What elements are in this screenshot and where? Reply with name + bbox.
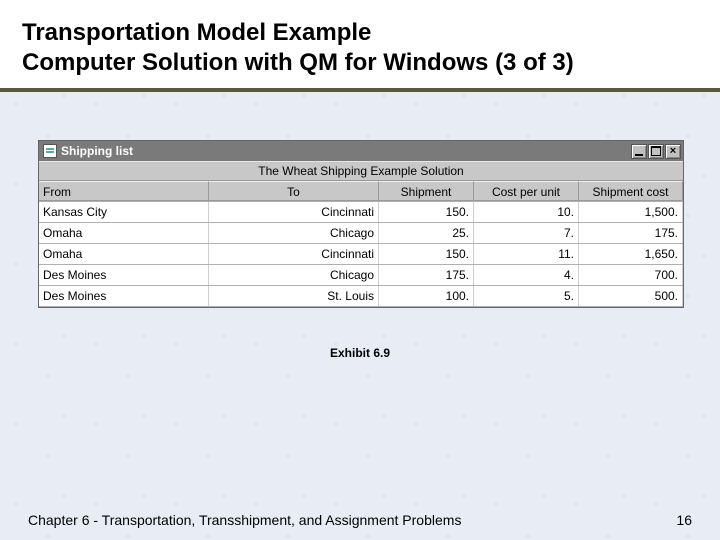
slide-title: Transportation Model Example Computer So… bbox=[0, 0, 720, 92]
cell-to: Cincinnati bbox=[209, 244, 379, 264]
app-window: Shipping list × The Wheat Shipping Examp… bbox=[38, 140, 684, 308]
cell-shipcost: 1,650. bbox=[579, 244, 683, 264]
app-icon bbox=[43, 144, 57, 158]
col-header-shipcost: Shipment cost bbox=[579, 181, 683, 201]
cell-shipment: 175. bbox=[379, 265, 474, 285]
window-controls: × bbox=[630, 144, 681, 159]
maximize-button[interactable] bbox=[648, 144, 664, 159]
cell-cost: 7. bbox=[474, 223, 579, 243]
window-caption: The Wheat Shipping Example Solution bbox=[39, 161, 683, 181]
cell-shipcost: 700. bbox=[579, 265, 683, 285]
table-row: Des Moines Chicago 175. 4. 700. bbox=[39, 265, 683, 286]
cell-shipcost: 175. bbox=[579, 223, 683, 243]
results-table: From To Shipment Cost per unit Shipment … bbox=[39, 181, 683, 307]
window-titlebar: Shipping list × bbox=[39, 141, 683, 161]
minimize-button[interactable] bbox=[631, 144, 647, 159]
cell-shipcost: 1,500. bbox=[579, 202, 683, 222]
table-row: Kansas City Cincinnati 150. 10. 1,500. bbox=[39, 202, 683, 223]
cell-shipment: 100. bbox=[379, 286, 474, 306]
cell-shipment: 25. bbox=[379, 223, 474, 243]
slide-footer: Chapter 6 - Transportation, Transshipmen… bbox=[28, 512, 692, 528]
table-row: Des Moines St. Louis 100. 5. 500. bbox=[39, 286, 683, 307]
table-header-row: From To Shipment Cost per unit Shipment … bbox=[39, 181, 683, 202]
table-row: Omaha Chicago 25. 7. 175. bbox=[39, 223, 683, 244]
cell-cost: 5. bbox=[474, 286, 579, 306]
footer-chapter: Chapter 6 - Transportation, Transshipmen… bbox=[28, 512, 461, 528]
table-row: Omaha Cincinnati 150. 11. 1,650. bbox=[39, 244, 683, 265]
col-header-cost: Cost per unit bbox=[474, 181, 579, 201]
col-header-to: To bbox=[209, 181, 379, 201]
footer-page-number: 16 bbox=[676, 512, 692, 528]
cell-cost: 11. bbox=[474, 244, 579, 264]
exhibit-label: Exhibit 6.9 bbox=[0, 346, 720, 360]
cell-to: Chicago bbox=[209, 223, 379, 243]
col-header-shipment: Shipment bbox=[379, 181, 474, 201]
cell-shipment: 150. bbox=[379, 202, 474, 222]
close-button[interactable]: × bbox=[665, 144, 681, 159]
title-line-1: Transportation Model Example bbox=[22, 18, 696, 48]
cell-from: Kansas City bbox=[39, 202, 209, 222]
cell-shipcost: 500. bbox=[579, 286, 683, 306]
cell-to: Chicago bbox=[209, 265, 379, 285]
cell-from: Omaha bbox=[39, 244, 209, 264]
cell-from: Omaha bbox=[39, 223, 209, 243]
col-header-from: From bbox=[39, 181, 209, 201]
cell-cost: 4. bbox=[474, 265, 579, 285]
cell-shipment: 150. bbox=[379, 244, 474, 264]
cell-to: St. Louis bbox=[209, 286, 379, 306]
cell-from: Des Moines bbox=[39, 265, 209, 285]
title-line-2: Computer Solution with QM for Windows (3… bbox=[22, 48, 696, 78]
cell-to: Cincinnati bbox=[209, 202, 379, 222]
cell-cost: 10. bbox=[474, 202, 579, 222]
window-title: Shipping list bbox=[61, 144, 630, 158]
cell-from: Des Moines bbox=[39, 286, 209, 306]
